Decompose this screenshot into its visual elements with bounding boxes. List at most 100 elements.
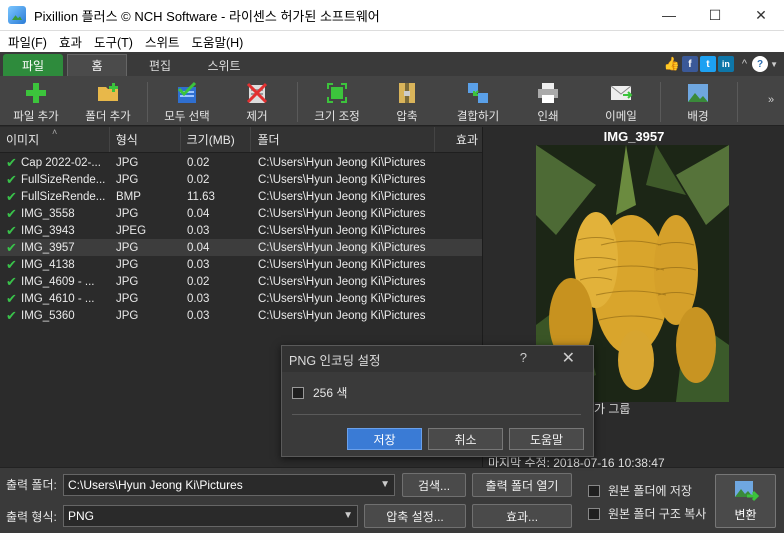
tab-edit[interactable]: 편집 [128, 54, 192, 76]
tab-file[interactable]: 파일 [3, 54, 63, 76]
combine-label: 결합하기 [456, 111, 500, 123]
table-row[interactable]: ✔ IMG_5360 JPG 0.03 C:\Users\Hyun Jeong K… [0, 307, 482, 324]
output-format-label: 출력 형식: [6, 510, 57, 524]
browse-button[interactable]: 검색... [402, 473, 466, 497]
select-all-icon [174, 80, 200, 106]
convert-button[interactable]: 변환 [715, 474, 776, 528]
print-label: 인쇄 [537, 111, 559, 123]
resize-button[interactable]: 크기 조정 [306, 80, 368, 124]
twitter-icon[interactable]: t [699, 56, 716, 72]
background-button[interactable]: 배경 [673, 80, 723, 124]
column-format[interactable]: 형식 [110, 127, 181, 152]
tab-home[interactable]: 홈 [67, 54, 127, 76]
email-label: 이메일 [605, 111, 637, 123]
convert-icon [734, 481, 759, 502]
dialog-divider [292, 414, 581, 415]
table-row[interactable]: ✔ IMG_3943 JPEG 0.03 C:\Users\Hyun Jeong … [0, 222, 482, 239]
add-file-button[interactable]: 파일 추가 [8, 80, 64, 124]
list-body: ✔ Cap 2022-02-... JPG 0.02 C:\Users\Hyun … [0, 153, 482, 324]
compression-settings-button[interactable]: 압축 설정... [364, 504, 466, 528]
menu-help[interactable]: 도움말(H) [185, 32, 249, 51]
like-icon[interactable]: 👍 [664, 56, 680, 72]
table-row[interactable]: ✔ IMG_3558 JPG 0.04 C:\Users\Hyun Jeong K… [0, 205, 482, 222]
help-dropdown-icon[interactable]: ▼ [770, 60, 778, 69]
save-in-source-checkbox[interactable]: 원본 폴더에 저장 [588, 482, 692, 499]
dialog-help-button[interactable]: 도움말 [509, 428, 584, 450]
checkbox-icon [588, 507, 600, 520]
ribbon-tabs: 파일 홈 편집 스위트 👍 f t in ^ ? ▼ [0, 52, 784, 76]
open-output-folder-button[interactable]: 출력 폴더 열기 [472, 473, 572, 497]
menu-effects[interactable]: 효과 [53, 32, 88, 51]
checkmark-icon[interactable]: ✔ [6, 291, 18, 307]
checkmark-icon[interactable]: ✔ [6, 223, 18, 239]
dialog-close-button[interactable]: ✕ [562, 348, 575, 368]
tab-suite[interactable]: 스위트 [192, 54, 256, 76]
app-icon [8, 6, 26, 24]
preview-title: IMG_3957 [603, 129, 665, 144]
compress-icon [394, 80, 420, 106]
column-size[interactable]: 크기(MB) [181, 127, 252, 152]
minimize-button[interactable]: — [646, 0, 692, 31]
help-icon[interactable]: ? [752, 56, 769, 72]
linkedin-icon[interactable]: in [717, 56, 734, 72]
collapse-ribbon-icon[interactable]: ^ [742, 58, 747, 70]
table-row[interactable]: ✔ FullSizeRende... JPG 0.02 C:\Users\Hyun… [0, 171, 482, 188]
output-format-combo[interactable]: PNG ▼ [63, 505, 358, 527]
checkmark-icon[interactable]: ✔ [6, 240, 18, 256]
output-panel: 출력 폴더: C:\Users\Hyun Jeong Ki\Pictures ▼… [0, 467, 784, 533]
chevron-down-icon: ▼ [380, 479, 390, 490]
checkmark-icon[interactable]: ✔ [6, 189, 18, 205]
checkmark-icon[interactable]: ✔ [6, 172, 18, 188]
resize-label: 크기 조정 [314, 111, 360, 123]
table-row[interactable]: ✔ FullSizeRende... BMP 11.63 C:\Users\Hyu… [0, 188, 482, 205]
dialog-cancel-button[interactable]: 취소 [428, 428, 503, 450]
toolbar-more-button[interactable]: » [768, 94, 774, 106]
window-title: Pixillion 플러스 © NCH Software - 라이센스 허가된 … [34, 8, 380, 24]
facebook-icon[interactable]: f [681, 56, 698, 72]
checkmark-icon[interactable]: ✔ [6, 308, 18, 324]
menu-suite[interactable]: 스위트 [139, 32, 186, 51]
effects-button[interactable]: 효과... [472, 504, 572, 528]
checkmark-icon[interactable]: ✔ [6, 274, 18, 290]
resize-icon [324, 80, 350, 106]
output-folder-combo[interactable]: C:\Users\Hyun Jeong Ki\Pictures ▼ [63, 474, 395, 496]
combine-button[interactable]: 결합하기 [448, 80, 508, 124]
column-folder[interactable]: 폴더 [251, 127, 436, 152]
dialog-title: PNG 인코딩 설정 [289, 353, 381, 368]
close-button[interactable]: ✕ [738, 0, 784, 31]
column-image[interactable]: 이미지 ˄ [0, 127, 110, 152]
add-folder-button[interactable]: 폴더 추가 [80, 80, 136, 124]
table-row[interactable]: ✔ Cap 2022-02-... JPG 0.02 C:\Users\Hyun … [0, 154, 482, 171]
compress-button[interactable]: 압축 [382, 80, 432, 124]
copy-structure-checkbox[interactable]: 원본 폴더 구조 복사 [588, 505, 706, 522]
table-row[interactable]: ✔ IMG_4610 - ... JPG 0.03 C:\Users\Hyun J… [0, 290, 482, 307]
checkmark-icon[interactable]: ✔ [6, 206, 18, 222]
menu-file[interactable]: 파일(F) [2, 32, 53, 51]
chevron-down-icon: ▼ [343, 510, 353, 521]
email-icon [608, 80, 634, 106]
table-row-selected[interactable]: ✔ IMG_3957 JPG 0.04 C:\Users\Hyun Jeong K… [0, 239, 482, 256]
compress-label: 압축 [396, 111, 418, 123]
title-bar: Pixillion 플러스 © NCH Software - 라이센스 허가된 … [0, 0, 784, 31]
select-all-button[interactable]: 모두 선택 [157, 80, 217, 124]
folder-plus-icon [95, 80, 121, 106]
email-button[interactable]: 이메일 [594, 80, 648, 124]
remove-button[interactable]: 제거 [232, 80, 282, 124]
dialog-save-button[interactable]: 저장 [347, 428, 422, 450]
checkmark-icon[interactable]: ✔ [6, 257, 18, 273]
checkmark-icon[interactable]: ✔ [6, 155, 18, 171]
toolbar-divider [737, 82, 738, 122]
table-row[interactable]: ✔ IMG_4609 - ... JPG 0.02 C:\Users\Hyun J… [0, 273, 482, 290]
output-folder-label: 출력 폴더: [6, 478, 57, 492]
plus-icon [23, 80, 49, 106]
256-colors-checkbox[interactable]: 256 색 [292, 384, 347, 401]
dialog-help-icon[interactable]: ? [520, 350, 527, 365]
combine-icon [465, 80, 491, 106]
menu-tools[interactable]: 도구(T) [88, 32, 139, 51]
maximize-button[interactable]: ☐ [692, 0, 738, 31]
print-button[interactable]: 인쇄 [523, 80, 573, 124]
background-label: 배경 [687, 111, 709, 123]
sort-ascending-icon: ˄ [52, 127, 58, 137]
table-row[interactable]: ✔ IMG_4138 JPG 0.03 C:\Users\Hyun Jeong K… [0, 256, 482, 273]
column-effects[interactable]: 효과 [435, 127, 482, 152]
